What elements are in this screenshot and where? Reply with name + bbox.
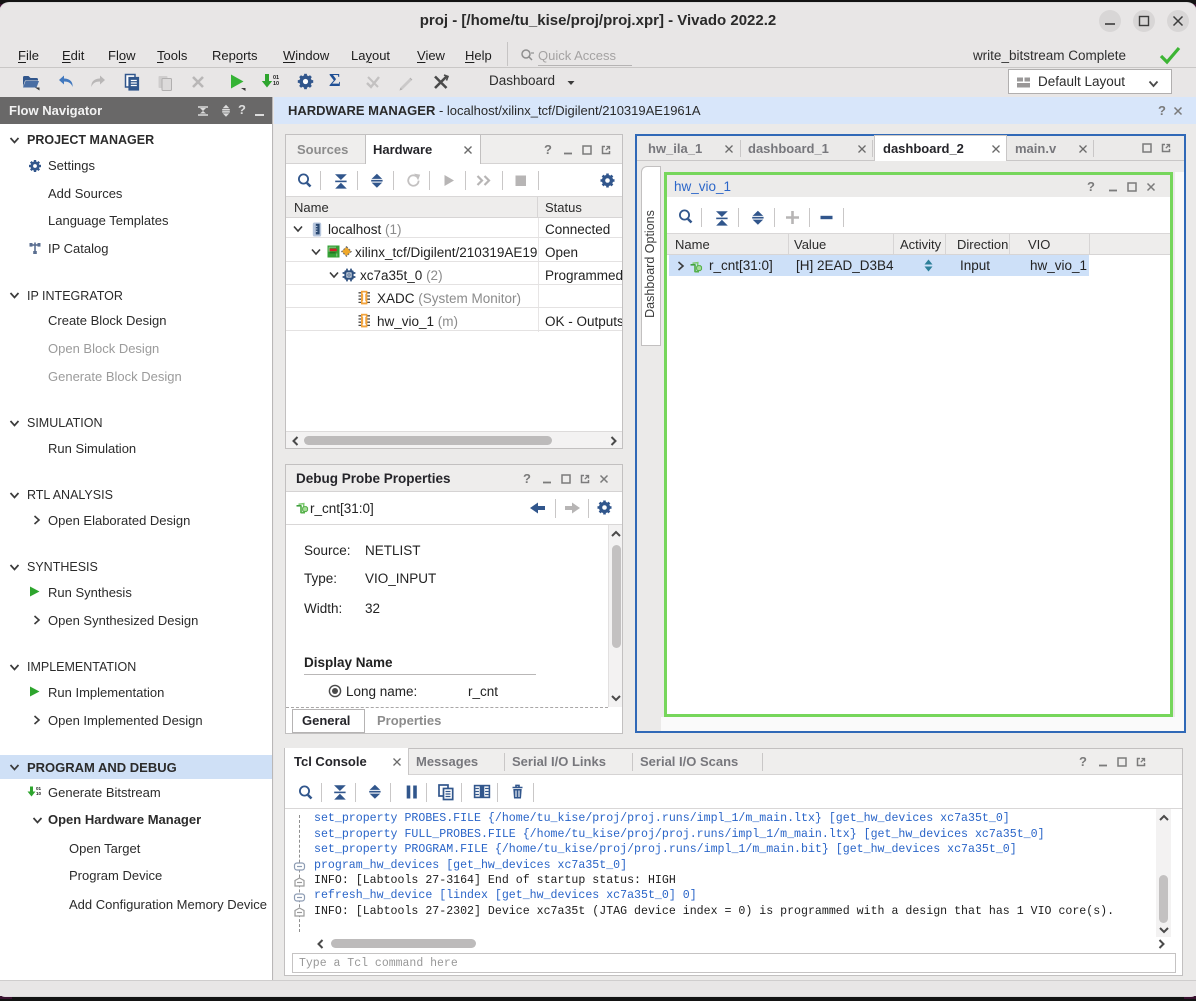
svg-text:10: 10 <box>36 791 42 796</box>
svg-text:10: 10 <box>273 81 279 87</box>
